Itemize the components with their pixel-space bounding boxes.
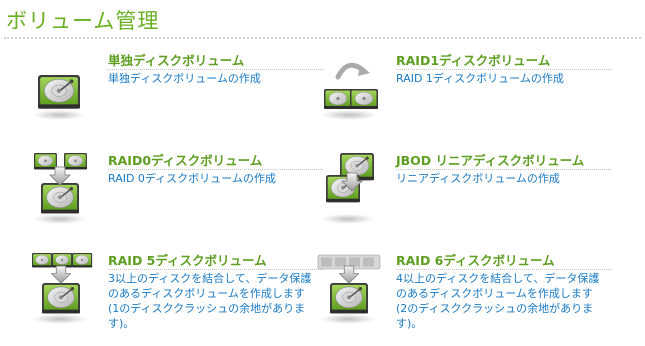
page-title: ボリューム管理 <box>6 9 160 33</box>
raid1-mirror-icon <box>314 53 384 125</box>
raid6-parity-icon <box>314 253 384 325</box>
title-divider <box>4 37 641 39</box>
raid5-title[interactable]: RAID 5ディスクボリューム <box>108 253 323 270</box>
single-disk-description[interactable]: 単独ディスクボリュームの作成 <box>108 71 323 86</box>
jbod-title[interactable]: JBOD リニアディスクボリューム <box>396 153 611 170</box>
raid6-title[interactable]: RAID 6ディスクボリューム <box>396 253 611 270</box>
single-disk-icon <box>26 53 96 125</box>
raid6-volume-card[interactable]: RAID 6ディスクボリューム 4以上のディスクを結合して、データ保護のあるディ… <box>314 253 614 345</box>
raid0-title[interactable]: RAID0ディスクボリューム <box>108 153 323 170</box>
jbod-linear-icon <box>314 153 384 225</box>
raid6-description[interactable]: 4以上のディスクを結合して、データ保護のあるディスクボリュームを作成します(2の… <box>396 271 601 331</box>
raid5-volume-card[interactable]: RAID 5ディスクボリューム 3以上のディスクを結合して、データ保護のあるディ… <box>26 253 326 345</box>
raid0-description[interactable]: RAID 0ディスクボリュームの作成 <box>108 171 323 186</box>
jbod-description[interactable]: リニアディスクボリュームの作成 <box>396 171 611 186</box>
jbod-volume-card[interactable]: JBOD リニアディスクボリューム リニアディスクボリュームの作成 <box>314 153 614 245</box>
raid0-volume-card[interactable]: RAID0ディスクボリューム RAID 0ディスクボリュームの作成 <box>26 153 326 245</box>
single-disk-title[interactable]: 単独ディスクボリューム <box>108 53 323 70</box>
raid1-volume-card[interactable]: RAID1ディスクボリューム RAID 1ディスクボリュームの作成 <box>314 53 614 145</box>
raid1-description[interactable]: RAID 1ディスクボリュームの作成 <box>396 71 611 86</box>
raid1-title[interactable]: RAID1ディスクボリューム <box>396 53 611 70</box>
raid5-description[interactable]: 3以上のディスクを結合して、データ保護のあるディスクボリュームを作成します(1の… <box>108 271 313 331</box>
raid5-parity-icon <box>26 253 96 325</box>
raid0-stripe-icon <box>26 153 96 225</box>
single-disk-volume-card[interactable]: 単独ディスクボリューム 単独ディスクボリュームの作成 <box>26 53 326 145</box>
